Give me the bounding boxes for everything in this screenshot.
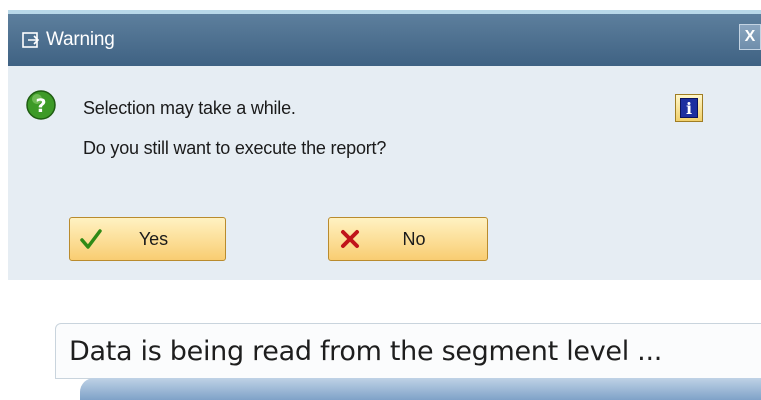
window-icon bbox=[20, 29, 42, 51]
no-button-label: No bbox=[402, 228, 426, 249]
message-line-1: Selection may take a while. bbox=[83, 98, 296, 118]
dialog-title: Warning bbox=[46, 29, 115, 50]
warning-dialog: Warning X ? i Selection may take a while… bbox=[8, 10, 761, 280]
cross-icon bbox=[339, 228, 361, 250]
close-icon: X bbox=[744, 28, 756, 45]
checkmark-icon bbox=[80, 228, 102, 250]
status-message-box: Data is being read from the segment leve… bbox=[55, 323, 761, 379]
message-line-2: Do you still want to execute the report? bbox=[83, 138, 387, 158]
no-button[interactable]: No bbox=[328, 217, 488, 261]
yes-button-label: Yes bbox=[138, 228, 169, 249]
info-icon: i bbox=[680, 98, 698, 118]
status-text: Data is being read from the segment leve… bbox=[69, 335, 663, 367]
question-icon: ? bbox=[26, 90, 56, 120]
close-button[interactable]: X bbox=[739, 24, 761, 50]
yes-button[interactable]: Yes bbox=[69, 217, 226, 261]
dialog-titlebar: Warning X bbox=[8, 14, 761, 66]
progress-bar bbox=[80, 378, 761, 400]
info-button[interactable]: i bbox=[675, 94, 703, 122]
svg-text:?: ? bbox=[35, 95, 46, 117]
